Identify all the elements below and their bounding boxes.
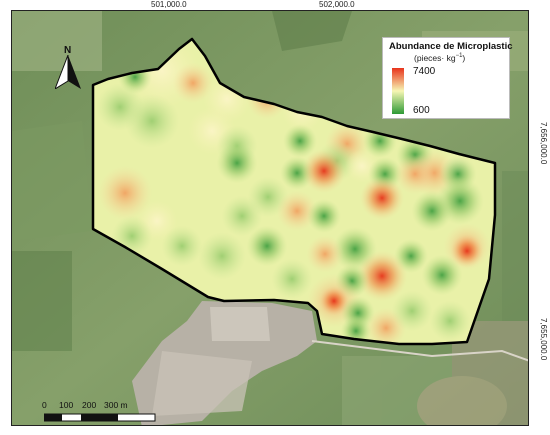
interpolation-hotspot bbox=[198, 232, 246, 280]
interpolation-hotspot bbox=[271, 258, 313, 300]
northing-label-1: 7,656,000.0 bbox=[539, 122, 548, 165]
interpolation-hotspot bbox=[307, 199, 341, 233]
interpolation-hotspot bbox=[216, 142, 258, 184]
scale-bar-graphic bbox=[44, 413, 156, 422]
legend-title: Abundance de Microplastic bbox=[389, 41, 513, 52]
north-arrow-icon bbox=[55, 55, 81, 89]
legend-units-suffix: ) bbox=[462, 53, 466, 63]
interpolation-hotspot bbox=[246, 225, 288, 267]
scale-label-0: 0 bbox=[42, 400, 47, 410]
interpolation-hotspot bbox=[306, 235, 344, 273]
legend-max-label: 7400 bbox=[413, 66, 436, 77]
scale-label-300: 300 m bbox=[104, 400, 128, 410]
legend-units: (pieces· kg−1) bbox=[414, 53, 465, 63]
scale-label-200: 200 bbox=[82, 400, 97, 410]
interpolation-hotspot bbox=[359, 175, 405, 221]
interpolation-hotspot bbox=[161, 225, 203, 267]
easting-label-1: 501,000.0 bbox=[151, 0, 187, 9]
interpolation-hotspot bbox=[421, 254, 463, 296]
scale-bar: 0 100 200 300 m bbox=[42, 400, 191, 424]
scale-label-100: 100 bbox=[59, 400, 74, 410]
easting-label-2: 502,000.0 bbox=[319, 0, 355, 9]
interpolation-hotspot bbox=[124, 93, 180, 149]
interpolation-hotspot bbox=[391, 290, 433, 332]
map-frame[interactable]: Abundance de Microplastic (pieces· kg−1)… bbox=[11, 10, 529, 426]
interpolation-hotspot bbox=[301, 148, 347, 194]
legend-units-prefix: (pieces· kg bbox=[414, 53, 456, 63]
legend-color-ramp bbox=[392, 68, 404, 114]
northing-label-2: 7,655,000.0 bbox=[539, 318, 548, 361]
interpolation-hotspot bbox=[429, 300, 471, 342]
legend-min-label: 600 bbox=[413, 105, 430, 116]
legend: Abundance de Microplastic (pieces· kg−1)… bbox=[382, 37, 513, 119]
interpolation-hotspot bbox=[411, 190, 453, 232]
